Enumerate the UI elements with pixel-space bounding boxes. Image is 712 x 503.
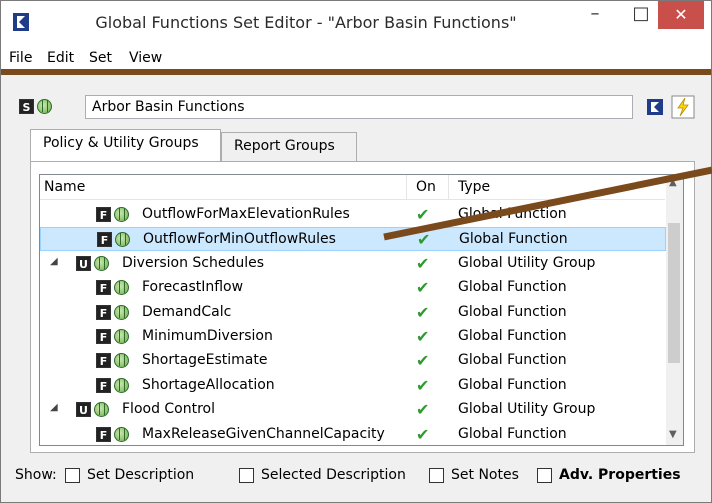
set-badge-icon: S: [19, 99, 34, 114]
on-check-icon[interactable]: ✔: [416, 351, 429, 370]
set-name-input[interactable]: [85, 95, 633, 119]
lightning-icon[interactable]: [671, 95, 695, 119]
tree-row-label: Flood Control: [122, 401, 216, 418]
adv-properties-checkbox[interactable]: [537, 468, 552, 483]
tree-row-type: Global Function: [458, 425, 567, 442]
function-icon: F: [96, 377, 111, 393]
globe-icon: [114, 329, 129, 344]
tree-header: Name On Type: [40, 175, 665, 200]
tab-panel: Name On Type F OutflowForMaxElevationRule…: [30, 161, 695, 453]
function-icon: F: [96, 426, 111, 442]
expand-collapse-icon[interactable]: ◢: [50, 256, 58, 267]
set-description-checkbox[interactable]: [65, 468, 80, 483]
tree-row-type: Global Function: [459, 231, 568, 248]
function-icon: F: [96, 329, 111, 344]
minimize-button[interactable]: –: [573, 1, 617, 29]
menu-edit[interactable]: Edit: [47, 50, 74, 66]
column-type[interactable]: Type: [458, 179, 490, 195]
editor-window: Global Functions Set Editor - "Arbor Bas…: [0, 0, 712, 503]
on-check-icon[interactable]: ✔: [416, 205, 429, 224]
tree-row-label: ShortageEstimate: [142, 352, 268, 369]
globe-icon: [115, 232, 130, 248]
on-check-icon[interactable]: ✔: [416, 400, 429, 419]
adv-properties-label[interactable]: Adv. Properties: [559, 467, 681, 483]
tree-row-label: MaxReleaseGivenChannelCapacity: [142, 425, 385, 442]
show-label: Show:: [15, 467, 57, 483]
globe-icon: [114, 353, 129, 369]
on-check-icon[interactable]: ✔: [416, 303, 429, 322]
tree-row-label: MinimumDiversion: [142, 328, 273, 344]
menu-bar: File Edit Set View: [1, 43, 711, 75]
scroll-up-icon[interactable]: ▲: [669, 177, 677, 188]
menu-set[interactable]: Set: [89, 50, 112, 66]
menu-view[interactable]: View: [129, 50, 162, 66]
function-icon: F: [96, 280, 111, 296]
selected-description-label[interactable]: Selected Description: [261, 467, 406, 483]
tree-row-function[interactable]: F ForecastInflow ✔ Global Function: [40, 276, 666, 300]
tree-row-function[interactable]: F ShortageEstimate ✔ Global Function: [40, 349, 666, 373]
tree-row-function[interactable]: F MaxReleaseGivenChannelCapacity ✔ Global F…: [40, 423, 666, 445]
selected-description-checkbox[interactable]: [239, 468, 254, 483]
column-name[interactable]: Name: [44, 179, 85, 195]
set-description-label[interactable]: Set Description: [87, 467, 194, 483]
tree-row-type: Global Function: [458, 376, 567, 393]
on-check-icon[interactable]: ✔: [417, 230, 430, 249]
globe-icon: [37, 99, 52, 114]
title-bar[interactable]: Global Functions Set Editor - "Arbor Bas…: [1, 1, 711, 43]
column-on[interactable]: On: [416, 179, 436, 195]
function-icon: F: [96, 304, 111, 320]
globe-icon: [94, 255, 109, 271]
tree-row-label: Diversion Schedules: [122, 254, 265, 271]
tree-row-type: Global Function: [458, 303, 567, 320]
function-icon: F: [96, 353, 111, 369]
on-check-icon[interactable]: ✔: [416, 376, 429, 395]
on-check-icon[interactable]: ✔: [416, 425, 429, 444]
tree-row-type: Global Function: [458, 328, 567, 344]
on-check-icon[interactable]: ✔: [416, 254, 429, 273]
tree-row-type: Global Function: [458, 206, 567, 222]
scrollbar-thumb[interactable]: [668, 223, 680, 363]
utility-group-icon: U: [76, 402, 91, 418]
tree-row-label: OutflowForMinOutflowRules: [143, 231, 336, 248]
set-notes-label[interactable]: Set Notes: [451, 467, 519, 483]
globe-icon: [114, 377, 129, 393]
tree-row-type: Global Function: [458, 352, 567, 369]
menu-file[interactable]: File: [9, 50, 32, 66]
function-icon: F: [96, 207, 111, 222]
globe-icon: [114, 426, 129, 442]
tree-row-label: ShortageAllocation: [142, 376, 275, 393]
tree-row-group[interactable]: ◢ U Flood Control ✔ Global Utility Group: [40, 398, 666, 422]
tab-policy-utility-groups[interactable]: Policy & Utility Groups: [30, 129, 221, 161]
maximize-button[interactable]: □: [619, 1, 663, 29]
tree-row-function[interactable]: F DemandCalc ✔ Global Function: [40, 301, 666, 325]
tree-row-type: Global Utility Group: [458, 401, 596, 418]
tree-row-function[interactable]: F MinimumDiversion ✔ Global Function: [40, 325, 666, 349]
tree-row-label: DemandCalc: [142, 303, 232, 320]
expand-collapse-icon[interactable]: ◢: [50, 402, 58, 413]
utility-group-icon: U: [76, 255, 91, 271]
function-icon: F: [97, 232, 112, 248]
globe-icon: [114, 304, 129, 320]
tab-report-groups[interactable]: Report Groups: [221, 132, 357, 161]
close-button[interactable]: ✕: [658, 1, 704, 29]
function-tree[interactable]: Name On Type F OutflowForMaxElevationRule…: [39, 174, 684, 446]
tree-row-function[interactable]: F OutflowForMinOutflowRules ✔ Global Functi…: [40, 227, 666, 252]
tree-row-type: Global Function: [458, 279, 567, 296]
on-check-icon[interactable]: ✔: [416, 278, 429, 297]
vertical-scrollbar[interactable]: ▲ ▼: [666, 175, 683, 445]
riverware-link-icon[interactable]: [643, 95, 667, 119]
tree-row-type: Global Utility Group: [458, 254, 596, 271]
globe-icon: [114, 280, 129, 296]
tree-row-function[interactable]: F OutflowForMaxElevationRules ✔ Global Func…: [40, 203, 666, 227]
globe-icon: [114, 207, 129, 222]
tree-row-label: ForecastInflow: [142, 279, 244, 296]
tree-row-function[interactable]: F ShortageAllocation ✔ Global Function: [40, 374, 666, 398]
on-check-icon[interactable]: ✔: [416, 327, 429, 346]
tree-row-label: OutflowForMaxElevationRules: [142, 206, 350, 222]
tree-row-group[interactable]: ◢ U Diversion Schedules ✔ Global Utility Gro…: [40, 252, 666, 276]
set-notes-checkbox[interactable]: [429, 468, 444, 483]
scroll-down-icon[interactable]: ▼: [669, 429, 677, 440]
globe-icon: [94, 402, 109, 418]
window-title: Global Functions Set Editor - "Arbor Bas…: [95, 13, 517, 32]
